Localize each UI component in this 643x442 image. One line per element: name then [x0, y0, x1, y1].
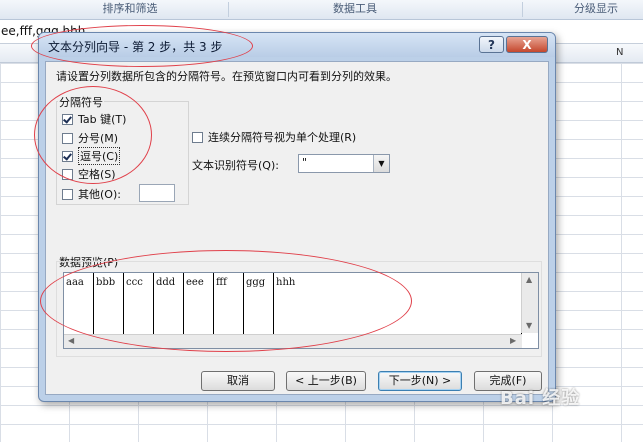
consecutive-delimiters-checkbox[interactable] [192, 131, 203, 143]
help-button[interactable]: ? [479, 36, 504, 53]
preview-vertical-scrollbar[interactable]: ▲ ▼ [521, 273, 538, 333]
dialog-client-area: 请设置分列数据所包含的分隔符号。在预览窗口内可看到分列的效果。 分隔符号 Tab… [45, 61, 549, 395]
text-to-columns-dialog: 文本分列向导 - 第 2 步，共 3 步 ? X 请设置分列数据所包含的分隔符号… [38, 32, 556, 402]
text-qualifier-label: 文本识别符号(Q): [192, 159, 279, 172]
delimiter-tab-checkbox[interactable] [62, 113, 73, 125]
delimiter-semicolon-label: 分号(M) [78, 132, 119, 145]
delimiter-space-label: 空格(S) [78, 168, 116, 181]
ribbon-group-outline[interactable]: 分级显示 [556, 0, 636, 19]
cancel-button[interactable]: 取消 [201, 371, 275, 391]
preview-cell: bbb [94, 273, 124, 335]
ribbon-separator [522, 2, 523, 17]
delimiters-group-label: 分隔符号 [58, 94, 104, 110]
scroll-up-icon[interactable]: ▲ [526, 275, 532, 284]
delimiter-comma-label: 逗号(C) [78, 147, 121, 165]
delimiter-space-option[interactable]: 空格(S) [62, 166, 116, 182]
delimiter-other-label: 其他(O): [78, 188, 121, 201]
delimiter-semicolon-checkbox[interactable] [62, 132, 73, 144]
text-qualifier-value: " [302, 156, 308, 169]
ribbon-group-bar: 排序和筛选 数据工具 分级显示 [0, 0, 643, 20]
data-preview-grid: aaa bbb ccc ddd eee fff ggg hhh [64, 273, 522, 335]
chevron-down-icon[interactable]: ▼ [373, 155, 389, 172]
scroll-left-icon[interactable]: ◀ [68, 336, 74, 345]
delimiter-tab-option[interactable]: Tab 键(T) [62, 111, 126, 127]
delimiter-comma-option[interactable]: 逗号(C) [62, 147, 121, 165]
delimiter-tab-label: Tab 键(T) [78, 113, 127, 126]
ribbon-separator [228, 2, 229, 17]
preview-cell: ggg [244, 273, 274, 335]
delimiter-other-option[interactable]: 其他(O): [62, 186, 121, 202]
consecutive-delimiters-label: 连续分隔符号视为单个处理(R) [208, 131, 357, 144]
delimiter-space-checkbox[interactable] [62, 168, 73, 180]
preview-cell: ddd [154, 273, 184, 335]
scroll-right-icon[interactable]: ▶ [510, 336, 516, 345]
column-header-n[interactable]: N [616, 47, 623, 58]
preview-cell: fff [214, 273, 244, 335]
delimiter-other-input[interactable] [139, 184, 175, 202]
preview-horizontal-scrollbar[interactable]: ◀ ▶ [64, 334, 522, 348]
ribbon-group-sort-filter[interactable]: 排序和筛选 [60, 0, 200, 19]
text-qualifier-select[interactable]: " ▼ [298, 154, 390, 173]
consecutive-delimiters-option[interactable]: 连续分隔符号视为单个处理(R) [192, 129, 356, 145]
delimiter-semicolon-option[interactable]: 分号(M) [62, 130, 118, 146]
next-button[interactable]: 下一步(N) > [378, 371, 462, 391]
back-button[interactable]: < 上一步(B) [286, 371, 366, 391]
preview-cell: ccc [124, 273, 154, 335]
dialog-description: 请设置分列数据所包含的分隔符号。在预览窗口内可看到分列的效果。 [56, 70, 397, 83]
data-preview-frame[interactable]: aaa bbb ccc ddd eee fff ggg hhh ▲ ▼ ◀ ▶ [63, 272, 539, 349]
ribbon-group-data-tools[interactable]: 数据工具 [300, 0, 410, 19]
preview-cell: eee [184, 273, 214, 335]
dialog-title-bar[interactable]: 文本分列向导 - 第 2 步，共 3 步 ? X [39, 33, 555, 57]
delimiter-other-checkbox[interactable] [62, 188, 73, 200]
watermark-logo: Bai 经验 [500, 388, 581, 409]
delimiter-comma-checkbox[interactable] [62, 150, 73, 162]
preview-cell: aaa [64, 273, 94, 335]
preview-cell: hhh [276, 277, 296, 288]
dialog-title: 文本分列向导 - 第 2 步，共 3 步 [48, 40, 223, 54]
scroll-down-icon[interactable]: ▼ [526, 321, 532, 330]
close-button[interactable]: X [506, 36, 548, 53]
